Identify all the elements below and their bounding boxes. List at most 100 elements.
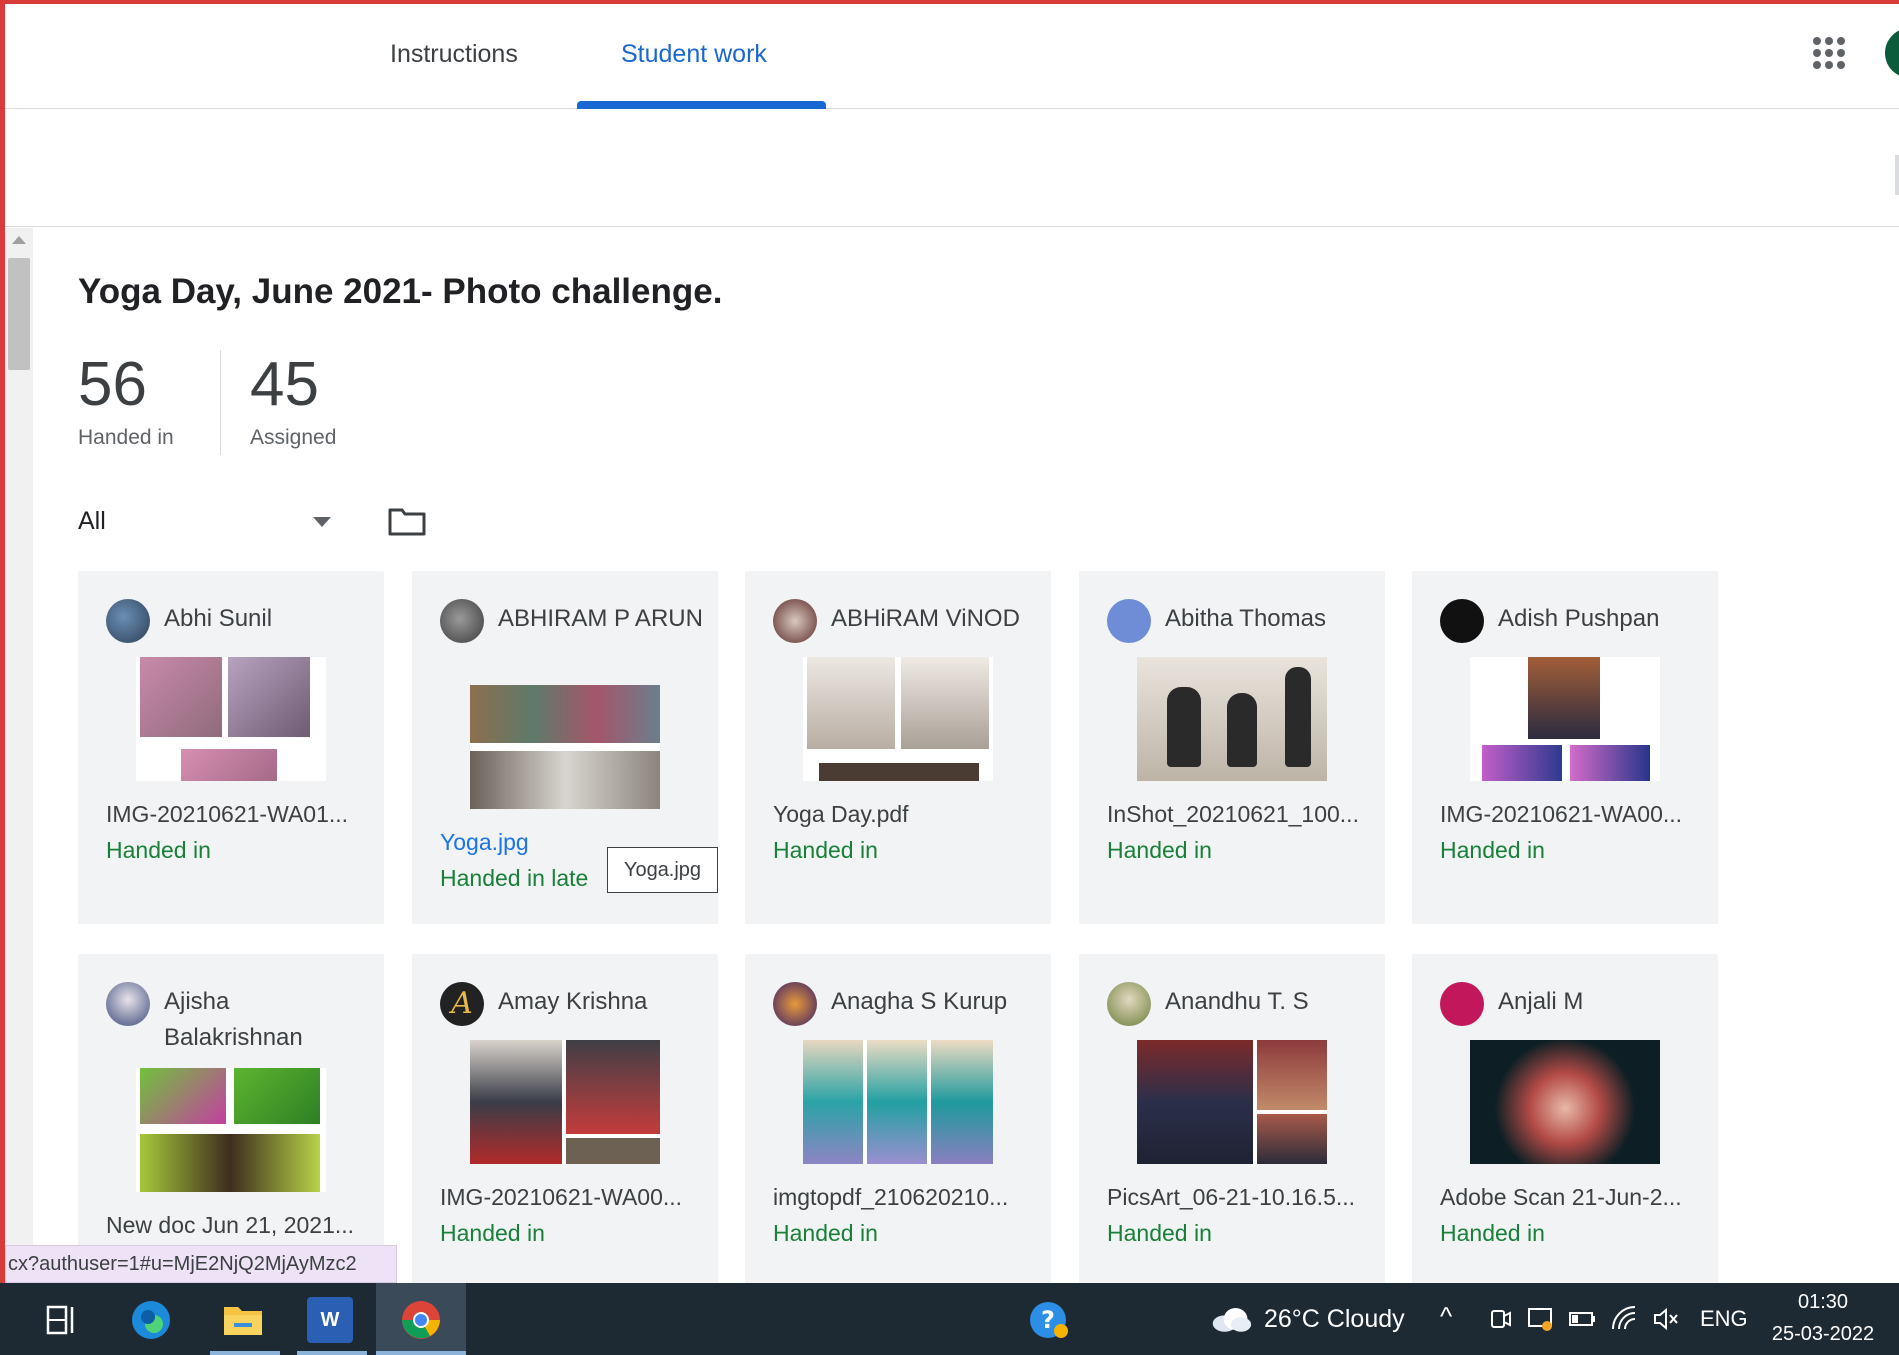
submission-status: Handed in bbox=[106, 837, 211, 863]
taskbar-active-indicator bbox=[210, 1351, 280, 1355]
wifi-icon[interactable] bbox=[1610, 1305, 1638, 1333]
cloud-icon bbox=[1212, 1308, 1252, 1332]
submission-thumbnail[interactable] bbox=[470, 1040, 660, 1164]
student-name: ABHiRAM ViNOD bbox=[831, 605, 1020, 632]
student-avatar bbox=[773, 982, 817, 1026]
submission-status: Handed in bbox=[1107, 1220, 1212, 1246]
submission-file-name[interactable]: IMG-20210621-WA01... bbox=[106, 801, 366, 828]
file-explorer-icon[interactable] bbox=[220, 1297, 266, 1343]
filter-selected-value: All bbox=[78, 507, 106, 535]
student-avatar bbox=[106, 982, 150, 1026]
student-avatar bbox=[440, 599, 484, 643]
submission-thumbnail[interactable] bbox=[136, 1068, 326, 1192]
submission-thumbnail[interactable] bbox=[470, 685, 660, 809]
submission-status: Handed in bbox=[440, 1220, 545, 1246]
student-avatar bbox=[1107, 599, 1151, 643]
student-name: Anandhu T. S bbox=[1165, 988, 1309, 1015]
apps-grid-icon[interactable] bbox=[1813, 37, 1845, 69]
student-avatar bbox=[773, 599, 817, 643]
show-hidden-icons-chevron-icon[interactable]: ^ bbox=[1440, 1301, 1452, 1332]
file-name-tooltip: Yoga.jpg bbox=[607, 847, 718, 893]
submission-thumbnail[interactable] bbox=[803, 657, 993, 781]
submission-thumbnail[interactable] bbox=[136, 657, 326, 781]
clock-time[interactable]: 01:30 bbox=[1758, 1291, 1888, 1314]
student-name: ABHIRAM P ARUN bbox=[498, 605, 703, 632]
status-bar-url: cx?authuser=1#u=MjE2NjQ2MjAyMzc2 bbox=[5, 1245, 397, 1283]
submission-file-name[interactable]: New doc Jun 21, 2021... bbox=[106, 1212, 366, 1239]
student-avatar bbox=[1107, 982, 1151, 1026]
weather-text[interactable]: 26°C Cloudy bbox=[1264, 1305, 1405, 1334]
student-name: Ajisha Balakrishnan bbox=[164, 988, 303, 1051]
task-view-icon[interactable] bbox=[40, 1297, 86, 1343]
submission-file-name[interactable]: InShot_20210621_100... bbox=[1107, 801, 1367, 828]
submission-file-name[interactable]: PicsArt_06-21-10.16.5... bbox=[1107, 1184, 1367, 1211]
tab-student-work[interactable]: Student work bbox=[621, 34, 767, 74]
student-avatar bbox=[106, 599, 150, 643]
meet-now-icon[interactable] bbox=[1486, 1305, 1514, 1333]
submission-status: Handed in bbox=[773, 837, 878, 863]
taskbar-active-indicator bbox=[376, 1351, 466, 1355]
submission-status: Handed in bbox=[1440, 837, 1545, 863]
scroll-thumb[interactable] bbox=[8, 258, 30, 370]
submission-thumbnail[interactable] bbox=[1470, 657, 1660, 781]
handed-in-stat: 56 Handed in bbox=[78, 350, 174, 450]
student-name: Abhi Sunil bbox=[164, 605, 273, 632]
student-card[interactable]: Anandhu T. S PicsArt_06-21-10.16.5... Ha… bbox=[1079, 954, 1385, 1284]
assignment-title: Yoga Day, June 2021- Photo challenge. bbox=[78, 272, 723, 311]
student-card[interactable]: Anjali M Adobe Scan 21-Jun-2... Handed i… bbox=[1412, 954, 1718, 1284]
student-card[interactable]: A Amay Krishna IMG-20210621-WA00... Hand… bbox=[412, 954, 718, 1284]
student-card[interactable]: Anagha S Kurup imgtopdf_210620210... Han… bbox=[745, 954, 1051, 1284]
submission-file-name[interactable]: IMG-20210621-WA00... bbox=[1440, 801, 1700, 828]
active-tab-indicator bbox=[577, 101, 826, 109]
battery-icon[interactable] bbox=[1568, 1305, 1596, 1333]
student-avatar bbox=[1440, 982, 1484, 1026]
submission-status: Handed in bbox=[1107, 837, 1212, 863]
submission-file-name[interactable]: Yoga Day.pdf bbox=[773, 801, 1033, 828]
help-icon[interactable]: ? bbox=[1027, 1297, 1073, 1343]
vertical-scrollbar[interactable] bbox=[5, 228, 33, 1283]
status-filter-dropdown[interactable]: All bbox=[78, 500, 338, 542]
submission-file-name[interactable]: Adobe Scan 21-Jun-2... bbox=[1440, 1184, 1700, 1211]
word-icon[interactable]: W bbox=[307, 1297, 353, 1343]
student-card[interactable]: Abitha Thomas InShot_20210621_100... Han… bbox=[1079, 571, 1385, 924]
submission-status: Handed in bbox=[1440, 1220, 1545, 1246]
submission-file-name[interactable]: imgtopdf_210620210... bbox=[773, 1184, 1033, 1211]
student-avatar bbox=[1440, 599, 1484, 643]
student-card[interactable]: Abhi Sunil IMG-20210621-WA01... Handed i… bbox=[78, 571, 384, 924]
clock-date[interactable]: 25-03-2022 bbox=[1758, 1323, 1888, 1346]
windows-taskbar: W ? 26°C Cloudy ^ ENG 01:30 25-03-2022 bbox=[0, 1283, 1899, 1355]
submission-status: Handed in late bbox=[440, 865, 589, 891]
top-bar: Instructions Student work bbox=[5, 4, 1899, 109]
student-avatar: A bbox=[440, 982, 484, 1026]
student-name: Adish Pushpan bbox=[1498, 605, 1660, 632]
submission-thumbnail[interactable] bbox=[803, 1040, 993, 1164]
scroll-up-arrow-icon[interactable] bbox=[12, 236, 26, 244]
tab-instructions[interactable]: Instructions bbox=[390, 34, 518, 74]
dropdown-caret-icon bbox=[313, 517, 331, 527]
student-card[interactable]: ABHiRAM ViNOD Yoga Day.pdf Handed in bbox=[745, 571, 1051, 924]
assigned-stat: 45 Assigned bbox=[250, 350, 336, 450]
taskbar-active-indicator bbox=[297, 1351, 367, 1355]
secondary-bar bbox=[5, 110, 1899, 227]
submission-file-name[interactable]: IMG-20210621-WA00... bbox=[440, 1184, 700, 1211]
student-card[interactable]: Ajisha Balakrishnan New doc Jun 21, 2021… bbox=[78, 954, 384, 1284]
input-language[interactable]: ENG bbox=[1700, 1306, 1748, 1332]
security-icon[interactable] bbox=[1526, 1305, 1554, 1333]
chrome-icon[interactable] bbox=[398, 1297, 444, 1343]
submission-thumbnail[interactable] bbox=[1470, 1040, 1660, 1164]
edge-icon[interactable] bbox=[128, 1297, 174, 1343]
assigned-label: Assigned bbox=[250, 426, 337, 449]
student-name: Anjali M bbox=[1498, 988, 1584, 1015]
svg-text:?: ? bbox=[1041, 1306, 1055, 1334]
submission-thumbnail[interactable] bbox=[1137, 1040, 1327, 1164]
handed-in-count: 56 bbox=[78, 350, 147, 419]
account-avatar[interactable] bbox=[1885, 28, 1899, 78]
student-name: Abitha Thomas bbox=[1165, 605, 1326, 632]
student-card[interactable]: Adish Pushpan IMG-20210621-WA00... Hande… bbox=[1412, 571, 1718, 924]
student-name: Amay Krishna bbox=[498, 988, 648, 1015]
submission-thumbnail[interactable] bbox=[1137, 657, 1327, 781]
folder-icon[interactable] bbox=[388, 506, 426, 536]
volume-muted-icon[interactable] bbox=[1652, 1305, 1680, 1333]
subbar-edge bbox=[1895, 155, 1899, 195]
assigned-count: 45 bbox=[250, 350, 319, 419]
